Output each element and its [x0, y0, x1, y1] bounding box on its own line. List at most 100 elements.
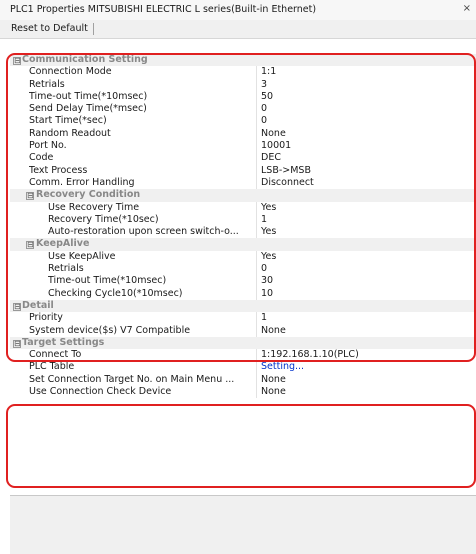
collapse-icon[interactable]: ⊟	[13, 339, 21, 348]
column-divider[interactable]	[256, 152, 257, 165]
property-row-recovery-time-10sec[interactable]: Recovery Time(*10sec) 1	[10, 213, 476, 227]
property-value[interactable]: 1:192.168.1.10(PLC)	[261, 349, 359, 361]
description-panel	[10, 495, 476, 554]
category-detail[interactable]: ⊟ Detail	[10, 299, 476, 313]
column-divider[interactable]	[256, 349, 257, 362]
column-divider[interactable]	[256, 250, 257, 264]
column-divider[interactable]	[256, 201, 257, 214]
column-divider[interactable]	[256, 213, 257, 227]
property-name: Send Delay Time(*msec)	[29, 103, 147, 115]
property-value[interactable]: 3	[261, 79, 267, 91]
property-row-text-process[interactable]: Text Process LSB->MSB	[10, 164, 476, 177]
category-title: Target Settings	[22, 336, 105, 348]
column-divider[interactable]	[256, 361, 257, 374]
property-value[interactable]: Yes	[261, 226, 276, 238]
collapse-icon[interactable]: ⊟	[13, 302, 21, 311]
property-value[interactable]: 30	[261, 275, 273, 287]
property-value[interactable]: Yes	[261, 251, 276, 263]
column-divider[interactable]	[256, 66, 257, 79]
plc-table-setting-link[interactable]: Setting...	[261, 361, 304, 373]
category-title: Communication Setting	[22, 54, 148, 65]
property-name: Code	[29, 152, 54, 164]
property-value[interactable]: 1	[261, 214, 267, 226]
column-divider[interactable]	[256, 176, 257, 190]
category-target-settings[interactable]: ⊟ Target Settings	[10, 336, 476, 350]
property-value[interactable]: None	[261, 386, 286, 398]
property-name: Set Connection Target No. on Main Menu .…	[29, 373, 235, 385]
property-value[interactable]: None	[261, 374, 286, 386]
property-row-use-keepalive[interactable]: Use KeepAlive Yes	[10, 250, 476, 264]
property-value[interactable]: 1:1	[261, 66, 276, 78]
property-row-system-device-s-v7-compatible[interactable]: System device($s) V7 Compatible None	[10, 324, 476, 337]
property-row-checking-cycle10-10msec[interactable]: Checking Cycle10(*10msec) 10	[10, 287, 476, 300]
property-name: Recovery Time(*10sec)	[48, 213, 159, 225]
property-value[interactable]: DEC	[261, 152, 281, 164]
collapse-icon[interactable]: ⊟	[13, 57, 21, 65]
property-grid: ⊟ Communication Setting Connection Mode 1…	[10, 54, 476, 490]
property-value[interactable]: Yes	[261, 202, 276, 214]
detail-rows: Priority 1 System device($s) V7 Compatible…	[10, 312, 476, 337]
property-row-port-no[interactable]: Port No. 10001	[10, 140, 476, 153]
property-name: Start Time(*sec)	[29, 115, 107, 127]
close-icon[interactable]: ×	[463, 3, 471, 14]
reset-to-default-button[interactable]: Reset to Default	[9, 23, 94, 35]
column-divider[interactable]	[256, 78, 257, 91]
column-divider[interactable]	[256, 140, 257, 153]
column-divider[interactable]	[256, 127, 257, 141]
property-name: Time-out Time(*10msec)	[29, 90, 148, 102]
column-divider[interactable]	[256, 90, 257, 104]
collapse-icon[interactable]: ⊟	[26, 241, 34, 250]
column-divider[interactable]	[256, 226, 257, 239]
property-value[interactable]: None	[261, 325, 286, 337]
property-row-code[interactable]: Code DEC	[10, 152, 476, 165]
property-name: Use Recovery Time	[48, 201, 140, 213]
column-divider[interactable]	[256, 312, 257, 325]
property-row-retrials[interactable]: Retrials 0	[10, 263, 476, 276]
property-row-set-connection-target-no-on-main-menu[interactable]: Set Connection Target No. on Main Menu .…	[10, 373, 476, 387]
property-value[interactable]: 0	[261, 103, 267, 115]
property-row-plc-table[interactable]: PLC Table Setting...	[10, 361, 476, 374]
property-value[interactable]: LSB->MSB	[261, 165, 311, 177]
category-communication-setting[interactable]: ⊟ Communication Setting	[10, 54, 476, 67]
property-row-connect-to[interactable]: Connect To 1:192.168.1.10(PLC)	[10, 349, 476, 362]
category-keepalive[interactable]: ⊟ KeepAlive	[10, 238, 476, 251]
collapse-icon[interactable]: ⊟	[26, 192, 34, 201]
property-row-use-connection-check-device[interactable]: Use Connection Check Device None	[10, 386, 476, 399]
column-divider[interactable]	[256, 103, 257, 116]
column-divider[interactable]	[256, 115, 257, 128]
property-value[interactable]: 50	[261, 91, 273, 103]
property-name: Connection Mode	[29, 66, 112, 78]
property-value[interactable]: 0	[261, 115, 267, 127]
category-recovery-condition[interactable]: ⊟ Recovery Condition	[10, 189, 476, 202]
property-row-use-recovery-time[interactable]: Use Recovery Time Yes	[10, 201, 476, 214]
property-row-priority[interactable]: Priority 1	[10, 312, 476, 325]
column-divider[interactable]	[256, 164, 257, 177]
property-row-send-delay-time-msec[interactable]: Send Delay Time(*msec) 0	[10, 103, 476, 116]
target-rows: Connect To 1:192.168.1.10(PLC) PLC Table Se…	[10, 349, 476, 399]
property-value[interactable]: 1	[261, 312, 267, 324]
property-row-time-out-time-10msec[interactable]: Time-out Time(*10msec) 50	[10, 90, 476, 104]
column-divider[interactable]	[256, 386, 257, 399]
column-divider[interactable]	[256, 324, 257, 337]
window-title-bar: PLC1 Properties MITSUBISHI ELECTRIC L se…	[0, 0, 476, 20]
property-name: Retrials	[29, 78, 65, 90]
column-divider[interactable]	[256, 287, 257, 300]
property-value[interactable]: None	[261, 128, 286, 140]
property-value[interactable]: Disconnect	[261, 177, 314, 189]
category-title: Detail	[22, 299, 54, 311]
property-row-connection-mode[interactable]: Connection Mode 1:1	[10, 66, 476, 79]
property-value[interactable]: 0	[261, 263, 267, 275]
property-row-retrials[interactable]: Retrials 3	[10, 78, 476, 91]
property-row-comm-error-handling[interactable]: Comm. Error Handling Disconnect	[10, 176, 476, 190]
category-title: Recovery Condition	[36, 189, 141, 201]
property-value[interactable]: 10001	[261, 140, 291, 152]
property-value[interactable]: 10	[261, 288, 273, 300]
column-divider[interactable]	[256, 275, 257, 288]
property-row-auto-restoration-upon-screen-switch-o[interactable]: Auto-restoration upon screen switch-o...…	[10, 226, 476, 239]
column-divider[interactable]	[256, 263, 257, 276]
property-name: Connect To	[29, 349, 82, 361]
property-row-time-out-time-10msec[interactable]: Time-out Time(*10msec) 30	[10, 275, 476, 288]
column-divider[interactable]	[256, 373, 257, 387]
property-row-random-readout[interactable]: Random Readout None	[10, 127, 476, 141]
property-row-start-time-sec[interactable]: Start Time(*sec) 0	[10, 115, 476, 128]
